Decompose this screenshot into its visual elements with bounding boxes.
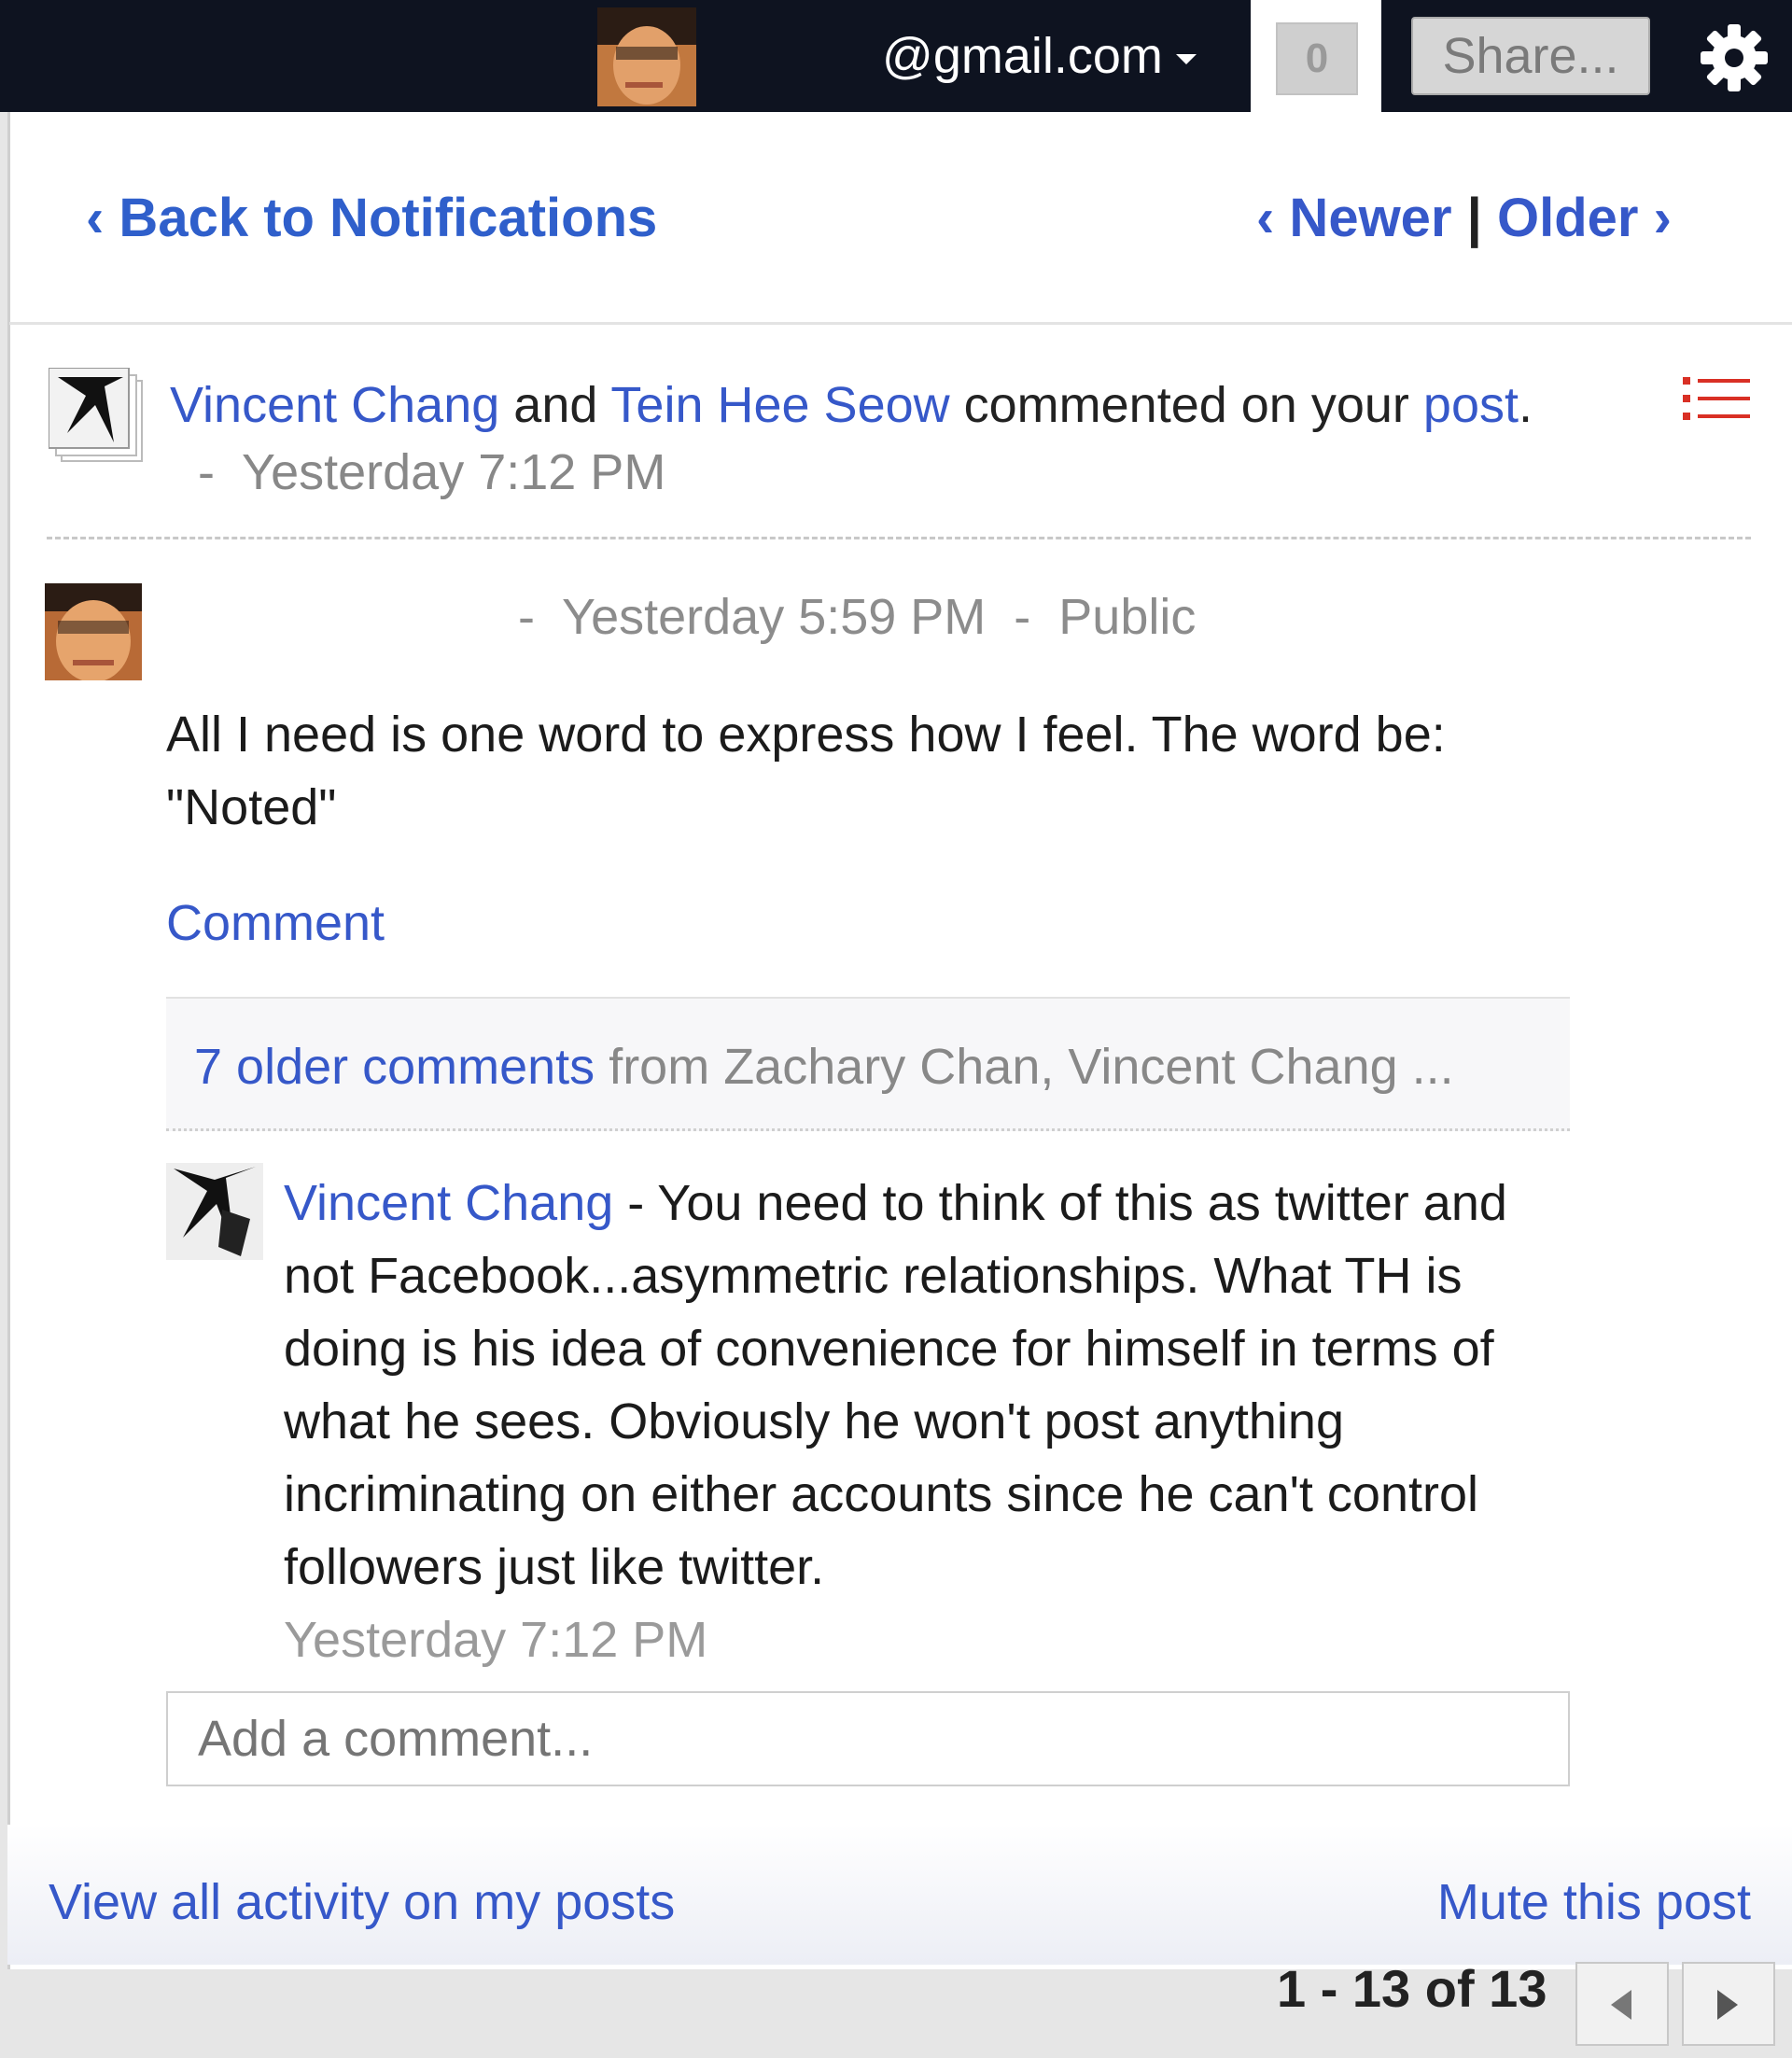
list-icon[interactable]: [1683, 377, 1750, 420]
comment-text: - You need to think of this as twitter a…: [284, 1175, 1507, 1595]
chevron-right-icon: [1717, 1990, 1738, 2020]
divider: [9, 322, 1792, 325]
pagination-nav: ‹ Newer | Older ›: [1256, 187, 1672, 249]
stacked-avatars-icon: [49, 368, 143, 462]
post-meta: - Yesterday 5:59 PM - Public: [518, 589, 1197, 645]
older-comments-link[interactable]: 7 older comments: [194, 1039, 595, 1095]
share-button[interactable]: Share...: [1411, 17, 1650, 95]
account-email: @gmail.com: [882, 28, 1163, 84]
dashed-divider: [47, 537, 1751, 539]
older-comments-bar: 7 older comments from Zachary Chan, Vinc…: [166, 997, 1570, 1131]
notification-count[interactable]: 0: [1276, 22, 1358, 95]
notification-action: commented on your: [949, 377, 1423, 433]
pager-prev-button[interactable]: [1575, 1962, 1669, 2046]
mute-post-link[interactable]: Mute this post: [1437, 1873, 1751, 1931]
notification-time: - Yesterday 7:12 PM: [170, 444, 666, 500]
gear-icon[interactable]: [1699, 22, 1770, 93]
commenter-avatar[interactable]: [166, 1163, 263, 1260]
newer-link[interactable]: ‹ Newer: [1256, 188, 1452, 248]
view-all-activity-link[interactable]: View all activity on my posts: [49, 1873, 675, 1931]
comment: Vincent Chang - You need to think of thi…: [284, 1167, 1553, 1676]
author-avatar[interactable]: [45, 583, 142, 680]
comment-time: Yesterday 7:12 PM: [284, 1612, 708, 1668]
nav-separator: |: [1466, 188, 1482, 248]
older-comments-from: from Zachary Chan, Vincent Chang ...: [595, 1039, 1454, 1095]
post-content: All I need is one word to express how I …: [166, 707, 1446, 835]
user-link[interactable]: Tein Hee Seow: [610, 377, 949, 433]
chevron-left-icon: [1611, 1990, 1631, 2020]
panel-footer: View all activity on my posts Mute this …: [7, 1825, 1792, 1965]
comment-author-link[interactable]: Vincent Chang: [284, 1175, 613, 1231]
account-menu[interactable]: @gmail.com: [882, 28, 1197, 84]
post-link[interactable]: post: [1423, 377, 1519, 433]
pager-label: 1 - 13 of 13: [1277, 1959, 1547, 2018]
chevron-down-icon: [1175, 53, 1197, 64]
notification-period: .: [1518, 377, 1533, 433]
pager-next-button[interactable]: [1682, 1962, 1775, 2046]
comment-link[interactable]: Comment: [166, 894, 385, 952]
older-link[interactable]: Older ›: [1497, 188, 1672, 248]
back-to-notifications-link[interactable]: ‹ Back to Notifications: [86, 187, 657, 249]
notification-and: and: [499, 377, 611, 433]
notification-summary: Vincent Chang and Tein Hee Seow commente…: [170, 371, 1607, 506]
user-avatar[interactable]: [597, 7, 696, 106]
add-comment-input[interactable]: [166, 1691, 1570, 1786]
user-link[interactable]: Vincent Chang: [170, 377, 499, 433]
